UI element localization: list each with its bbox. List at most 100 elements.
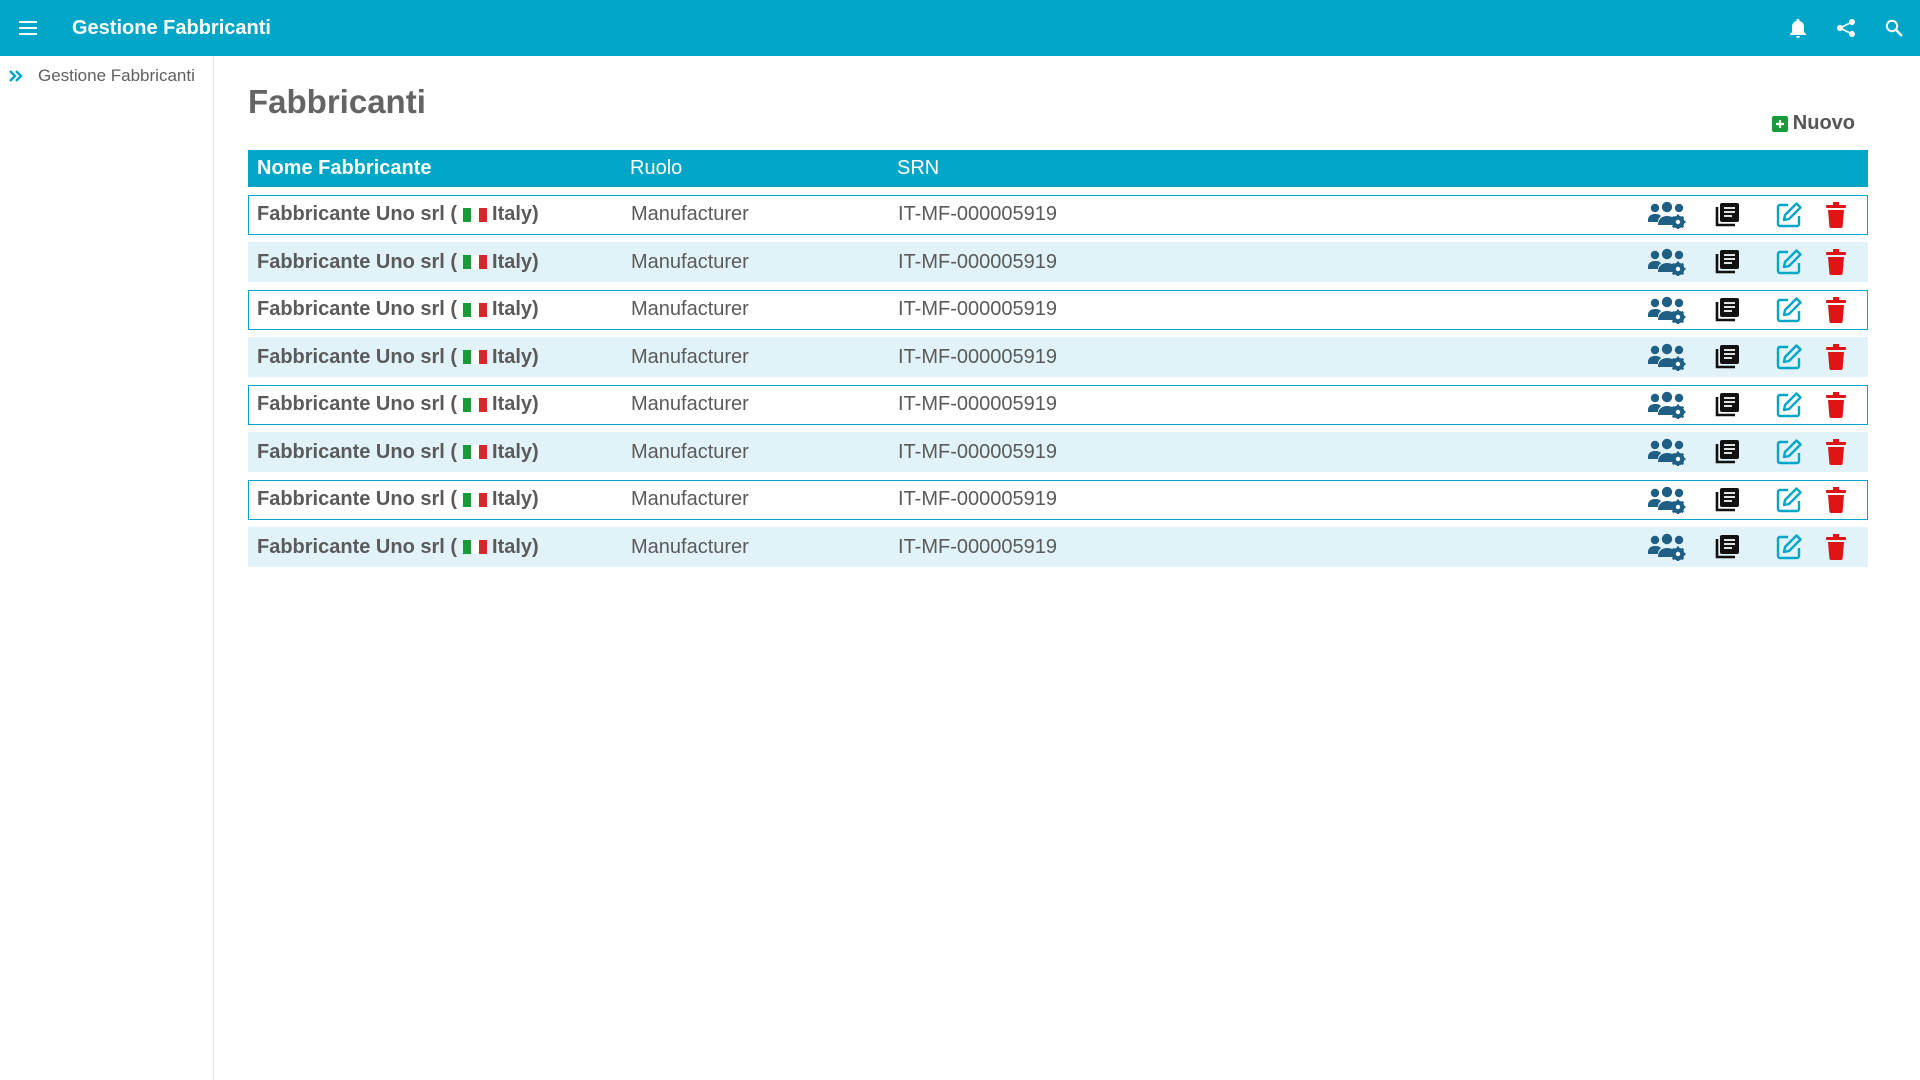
role-cell: Manufacturer xyxy=(631,393,749,415)
table-row[interactable]: Fabbricante Uno srl ( Italy) Manufacture… xyxy=(248,479,1868,520)
trash-icon[interactable] xyxy=(1825,534,1847,560)
table-row[interactable]: Fabbricante Uno srl ( Italy) Manufacture… xyxy=(248,432,1868,472)
book-icon[interactable] xyxy=(1713,296,1741,324)
edit-icon[interactable] xyxy=(1775,296,1803,324)
table-row[interactable]: Fabbricante Uno srl ( Italy) Manufacture… xyxy=(248,242,1868,282)
users-cog-icon[interactable] xyxy=(1647,438,1687,466)
manufacturers-table: Nome Fabbricante Ruolo SRN Fabbricante U… xyxy=(248,150,1868,567)
table-row[interactable]: Fabbricante Uno srl ( Italy) Manufacture… xyxy=(248,337,1868,377)
header-actions xyxy=(1786,0,1906,56)
column-header-srn[interactable]: SRN xyxy=(897,157,1297,180)
edit-icon[interactable] xyxy=(1775,201,1803,229)
users-cog-icon[interactable] xyxy=(1647,296,1687,324)
manufacturer-name-cell: Fabbricante Uno srl ( Italy) xyxy=(249,346,631,369)
srn-cell: IT-MF-000005919 xyxy=(898,488,1057,510)
trash-icon[interactable] xyxy=(1825,439,1847,465)
manufacturer-name-cell: Fabbricante Uno srl ( Italy) xyxy=(249,203,631,226)
role-cell: Manufacturer xyxy=(631,298,749,320)
edit-icon[interactable] xyxy=(1775,248,1803,276)
book-icon[interactable] xyxy=(1713,533,1741,561)
manufacturer-country: Italy) xyxy=(492,345,539,368)
edit-icon[interactable] xyxy=(1775,486,1803,514)
users-cog-icon[interactable] xyxy=(1647,391,1687,419)
table-header: Nome Fabbricante Ruolo SRN xyxy=(248,150,1868,187)
users-cog-icon[interactable] xyxy=(1647,248,1687,276)
manufacturer-name-cell: Fabbricante Uno srl ( Italy) xyxy=(249,251,631,274)
manufacturer-country: Italy) xyxy=(492,250,539,273)
users-cog-icon[interactable] xyxy=(1647,533,1687,561)
users-cog-icon[interactable] xyxy=(1647,486,1687,514)
trash-icon[interactable] xyxy=(1825,391,1847,418)
manufacturer-name: Fabbricante Uno srl ( xyxy=(257,345,458,368)
users-cog-icon[interactable] xyxy=(1647,343,1687,371)
manufacturer-country: Italy) xyxy=(492,393,539,415)
trash-icon[interactable] xyxy=(1825,344,1847,370)
table-row[interactable]: Fabbricante Uno srl ( Italy) Manufacture… xyxy=(248,527,1868,567)
manufacturer-country: Italy) xyxy=(492,535,539,558)
manufacturer-name-cell: Fabbricante Uno srl ( Italy) xyxy=(249,441,631,464)
table-row[interactable]: Fabbricante Uno srl ( Italy) Manufacture… xyxy=(248,384,1868,425)
book-icon[interactable] xyxy=(1713,248,1741,276)
role-cell: Manufacturer xyxy=(631,250,749,273)
manufacturer-name-cell: Fabbricante Uno srl ( Italy) xyxy=(249,298,631,321)
srn-cell: IT-MF-000005919 xyxy=(898,393,1057,415)
table-row[interactable]: Fabbricante Uno srl ( Italy) Manufacture… xyxy=(248,289,1868,330)
italy-flag-icon xyxy=(463,350,488,364)
book-icon[interactable] xyxy=(1713,391,1741,419)
column-header-name[interactable]: Nome Fabbricante xyxy=(248,157,630,180)
italy-flag-icon xyxy=(463,207,488,222)
manufacturer-name-cell: Fabbricante Uno srl ( Italy) xyxy=(249,536,631,559)
new-button-label: Nuovo xyxy=(1792,112,1855,134)
trash-icon[interactable] xyxy=(1825,201,1847,228)
role-cell: Manufacturer xyxy=(631,535,749,558)
manufacturer-country: Italy) xyxy=(492,488,539,510)
new-button[interactable]: Nuovo xyxy=(1771,112,1855,135)
double-chevron-right-icon xyxy=(8,67,26,85)
share-icon[interactable] xyxy=(1834,16,1858,40)
srn-cell: IT-MF-000005919 xyxy=(898,345,1057,368)
manufacturer-name: Fabbricante Uno srl ( xyxy=(257,298,458,320)
role-cell: Manufacturer xyxy=(631,345,749,368)
sidebar: Gestione Fabbricanti xyxy=(0,56,214,1080)
italy-flag-icon xyxy=(463,445,488,459)
book-icon[interactable] xyxy=(1713,486,1741,514)
italy-flag-icon xyxy=(463,492,488,507)
column-header-role[interactable]: Ruolo xyxy=(630,157,897,180)
srn-cell: IT-MF-000005919 xyxy=(898,440,1057,463)
manufacturer-name: Fabbricante Uno srl ( xyxy=(257,535,458,558)
table-row[interactable]: Fabbricante Uno srl ( Italy) Manufacture… xyxy=(248,194,1868,235)
sidebar-item-gestione-fabbricanti[interactable]: Gestione Fabbricanti xyxy=(0,58,213,94)
edit-icon[interactable] xyxy=(1775,343,1803,371)
menu-icon[interactable] xyxy=(0,0,56,56)
search-icon[interactable] xyxy=(1882,16,1906,40)
manufacturer-name: Fabbricante Uno srl ( xyxy=(257,250,458,273)
book-icon[interactable] xyxy=(1713,201,1741,229)
srn-cell: IT-MF-000005919 xyxy=(898,535,1057,558)
manufacturer-country: Italy) xyxy=(492,203,539,225)
book-icon[interactable] xyxy=(1713,438,1741,466)
manufacturer-country: Italy) xyxy=(492,440,539,463)
trash-icon[interactable] xyxy=(1825,249,1847,275)
bell-icon[interactable] xyxy=(1786,16,1810,40)
manufacturer-name: Fabbricante Uno srl ( xyxy=(257,488,458,510)
italy-flag-icon xyxy=(463,397,488,412)
italy-flag-icon xyxy=(463,255,488,269)
table-body: Fabbricante Uno srl ( Italy) Manufacture… xyxy=(248,194,1868,567)
role-cell: Manufacturer xyxy=(631,203,749,225)
trash-icon[interactable] xyxy=(1825,296,1847,323)
manufacturer-country: Italy) xyxy=(492,298,539,320)
role-cell: Manufacturer xyxy=(631,440,749,463)
book-icon[interactable] xyxy=(1713,343,1741,371)
page-title: Fabbricanti xyxy=(248,83,426,120)
edit-icon[interactable] xyxy=(1775,438,1803,466)
srn-cell: IT-MF-000005919 xyxy=(898,250,1057,273)
trash-icon[interactable] xyxy=(1825,486,1847,513)
manufacturer-name: Fabbricante Uno srl ( xyxy=(257,203,458,225)
srn-cell: IT-MF-000005919 xyxy=(898,298,1057,320)
manufacturer-name-cell: Fabbricante Uno srl ( Italy) xyxy=(249,393,631,416)
edit-icon[interactable] xyxy=(1775,391,1803,419)
edit-icon[interactable] xyxy=(1775,533,1803,561)
italy-flag-icon xyxy=(463,540,488,554)
plus-icon xyxy=(1771,115,1788,132)
users-cog-icon[interactable] xyxy=(1647,201,1687,229)
